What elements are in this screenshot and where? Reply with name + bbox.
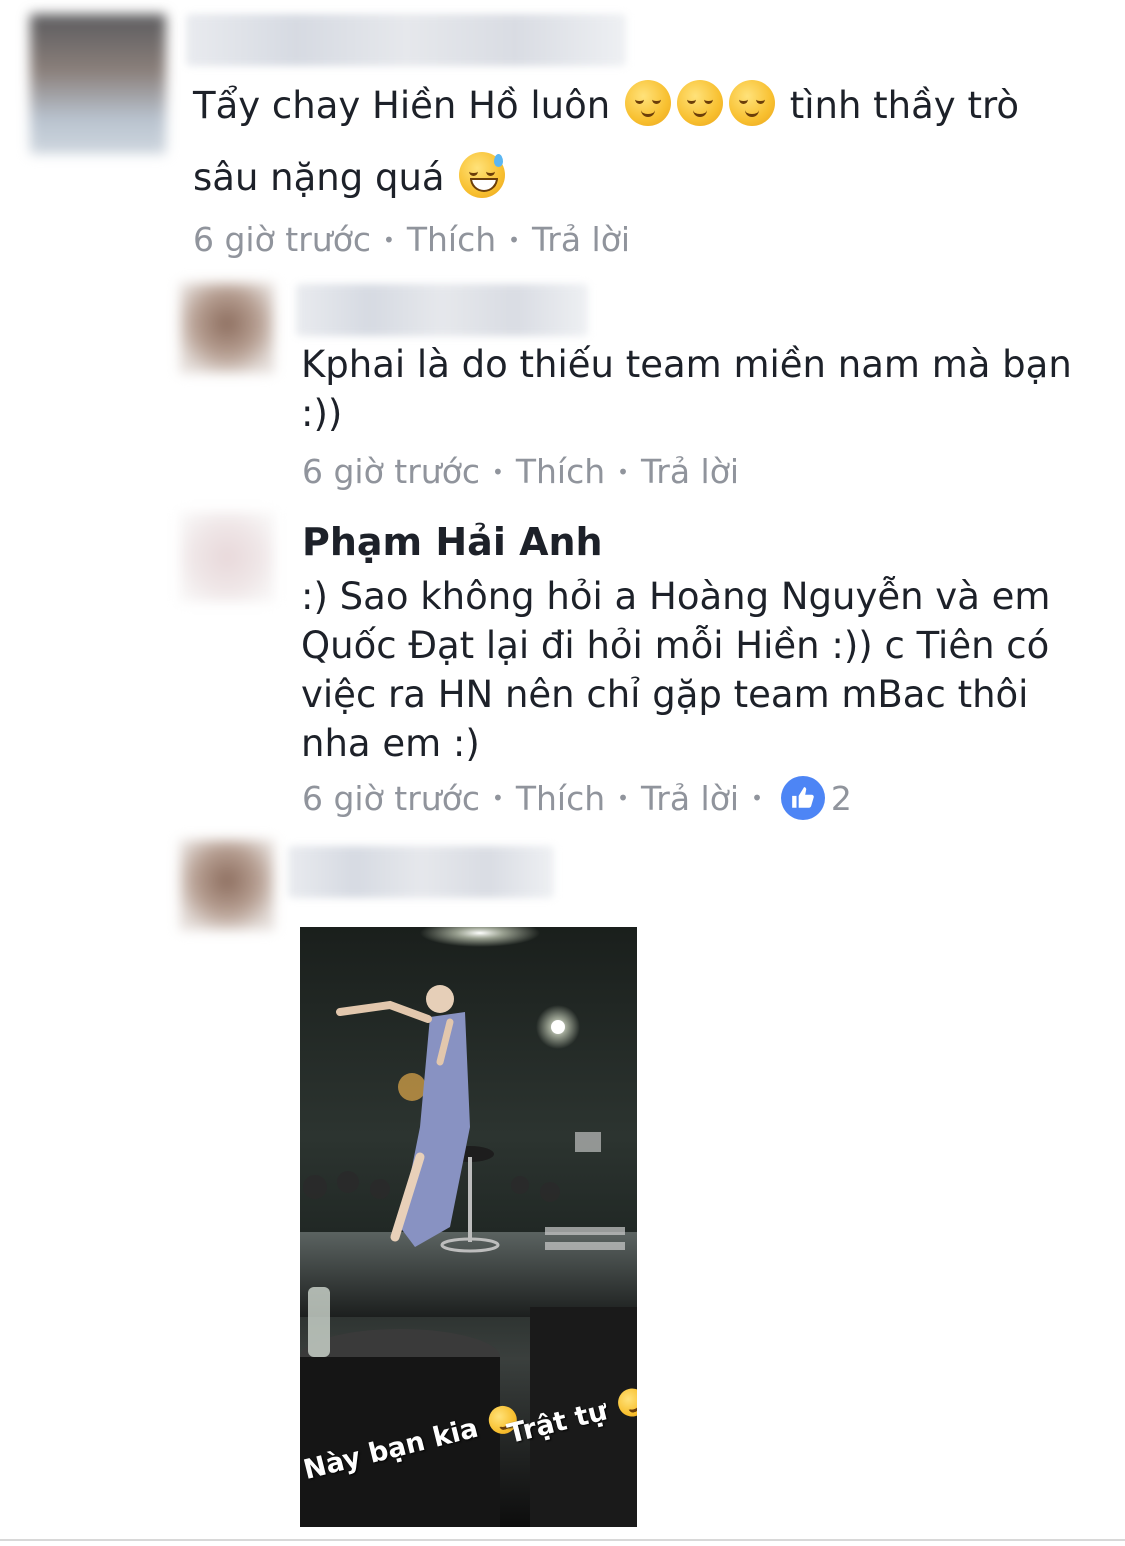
relieved-face-icon	[728, 80, 775, 126]
avatar[interactable]	[180, 283, 274, 373]
avatar[interactable]	[180, 512, 274, 602]
commenter-name-blurred[interactable]	[296, 284, 588, 336]
relieved-face-icon	[624, 80, 671, 126]
like-link[interactable]: Thích	[516, 779, 605, 818]
thumbs-up-icon[interactable]	[780, 776, 825, 820]
divider	[0, 1539, 1125, 1541]
avatar[interactable]	[180, 840, 274, 930]
avatar[interactable]	[30, 14, 166, 154]
commenter-name[interactable]: Phạm Hải Anh	[302, 520, 603, 564]
comment-meta: 6 giờ trước • Thích • Trả lời	[302, 452, 739, 491]
comment-text: :) Sao không hỏi a Hoàng Nguyễn và em Qu…	[301, 572, 1050, 768]
separator-dot: •	[617, 459, 629, 484]
comment-text: Kphai là do thiếu team miền nam mà bạn :…	[301, 340, 1072, 438]
separator-dot: •	[751, 786, 763, 810]
comment-meta: 6 giờ trước • Thích • Trả lời • 2	[302, 776, 852, 820]
relieved-face-icon	[614, 1385, 637, 1420]
timestamp[interactable]: 6 giờ trước	[193, 220, 371, 259]
comment-text-line: :))	[301, 392, 343, 435]
grinning-sweat-icon	[459, 152, 506, 198]
like-link[interactable]: Thích	[407, 220, 496, 259]
commenter-name-blurred[interactable]	[288, 846, 554, 898]
separator-dot: •	[492, 459, 504, 484]
comment-text: sâu nặng quá	[193, 152, 508, 202]
like-link[interactable]: Thích	[516, 452, 605, 491]
like-count[interactable]: 2	[831, 779, 852, 818]
comment-text-line: nha em :)	[301, 722, 480, 765]
reply-link[interactable]: Trả lời	[532, 220, 630, 259]
comment-text: Tẩy chay Hiền Hồ luôn tình thầy trò	[193, 80, 1019, 130]
reply-link[interactable]: Trả lời	[641, 779, 739, 818]
reply-link[interactable]: Trả lời	[641, 452, 739, 491]
comment-photo[interactable]: Này bạn kia Trật tự	[300, 927, 637, 1527]
comment-text-line: Tẩy chay Hiền Hồ luôn	[193, 84, 611, 127]
relieved-face-icon	[676, 80, 723, 126]
separator-dot: •	[492, 786, 504, 810]
separator-dot: •	[383, 227, 395, 252]
separator-dot: •	[617, 786, 629, 810]
comment-text-line: tình thầy trò	[789, 84, 1019, 127]
comment-meta: 6 giờ trước • Thích • Trả lời	[193, 220, 630, 259]
commenter-name-blurred[interactable]	[186, 14, 626, 66]
comment-text-line: :) Sao không hỏi a Hoàng Nguyễn và em	[301, 575, 1051, 618]
comment-text-line: việc ra HN nên chỉ gặp team mBac thôi	[301, 673, 1029, 716]
timestamp[interactable]: 6 giờ trước	[302, 452, 480, 491]
separator-dot: •	[508, 227, 520, 252]
comment-text-line: Kphai là do thiếu team miền nam mà bạn	[301, 343, 1072, 386]
timestamp[interactable]: 6 giờ trước	[302, 779, 480, 818]
comment-text-line: Quốc Đạt lại đi hỏi mỗi Hiền :)) c Tiên …	[301, 624, 1050, 667]
comment-text-line: sâu nặng quá	[193, 156, 445, 199]
